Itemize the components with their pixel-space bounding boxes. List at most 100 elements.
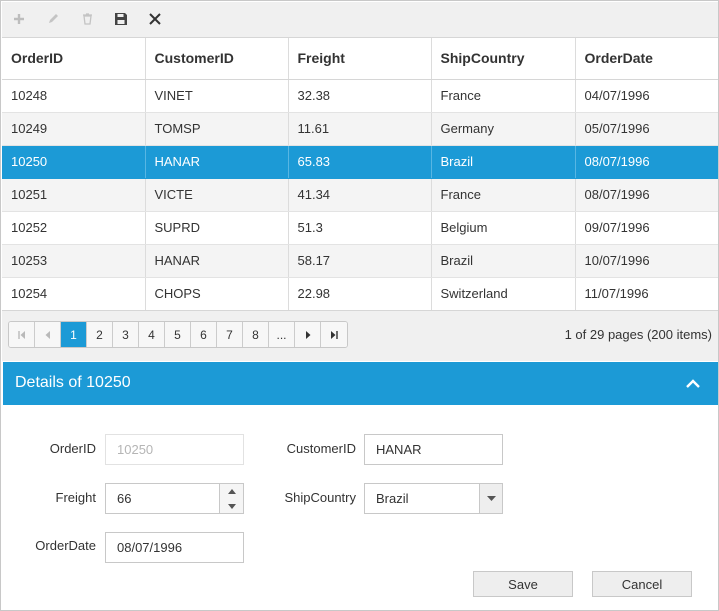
- cell-order-date: 10/07/1996: [575, 244, 718, 278]
- cell-freight: 22.98: [288, 277, 432, 311]
- page-button[interactable]: 5: [165, 322, 191, 347]
- customer-id-field[interactable]: HANAR: [364, 434, 503, 465]
- table-row[interactable]: 10252 SUPRD 51.3 Belgium 09/07/1996: [2, 211, 718, 245]
- table-row-selected[interactable]: 10250 HANAR 65.83 Brazil 08/07/1996: [2, 145, 718, 179]
- page-button[interactable]: 7: [217, 322, 243, 347]
- cell-customer-id: TOMSP: [145, 112, 289, 146]
- save-icon: [115, 13, 127, 25]
- edit-button[interactable]: [42, 8, 64, 30]
- delete-button[interactable]: [76, 8, 98, 30]
- column-header[interactable]: CustomerID: [145, 38, 289, 80]
- prev-page-icon: [45, 330, 50, 339]
- order-id-field: 10250: [105, 434, 244, 465]
- ship-country-value: Brazil: [376, 491, 409, 506]
- next-page-button[interactable]: [295, 322, 321, 347]
- decrement-button[interactable]: [220, 499, 243, 513]
- table-row[interactable]: 10253 HANAR 58.17 Brazil 10/07/1996: [2, 244, 718, 278]
- pager-info: 1 of 29 pages (200 items): [564, 327, 712, 342]
- cell-order-date: 08/07/1996: [575, 145, 718, 179]
- more-pages-button[interactable]: ...: [269, 322, 295, 347]
- caret-down-icon: [227, 503, 236, 509]
- cancel-button[interactable]: Cancel: [592, 571, 692, 597]
- order-date-field[interactable]: 08/07/1996: [105, 532, 244, 563]
- add-button[interactable]: [8, 8, 30, 30]
- next-page-icon: [305, 330, 310, 339]
- cell-order-id: 10251: [2, 178, 146, 212]
- toolbar: [2, 2, 718, 38]
- cell-ship-country: Brazil: [431, 244, 576, 278]
- details-header[interactable]: Details of 10250: [3, 362, 718, 405]
- cell-ship-country: Brazil: [431, 145, 576, 179]
- column-header[interactable]: OrderID: [2, 38, 146, 80]
- cell-ship-country: France: [431, 178, 576, 212]
- chevron-up-icon[interactable]: [684, 375, 702, 393]
- caret-up-icon: [227, 488, 236, 494]
- cell-freight: 11.61: [288, 112, 432, 146]
- cell-ship-country: France: [431, 79, 576, 113]
- cell-customer-id: VINET: [145, 79, 289, 113]
- order-id-label: OrderID: [49, 441, 96, 456]
- orders-table: OrderID CustomerID Freight ShipCountry O…: [2, 38, 718, 311]
- page-button[interactable]: 3: [113, 322, 139, 347]
- cell-order-date: 09/07/1996: [575, 211, 718, 245]
- cell-ship-country: Germany: [431, 112, 576, 146]
- cell-order-id: 10252: [2, 211, 146, 245]
- cell-order-id: 10254: [2, 277, 146, 311]
- table-row[interactable]: 10248 VINET 32.38 France 04/07/1996: [2, 79, 718, 113]
- cell-customer-id: CHOPS: [145, 277, 289, 311]
- pager: 1 2 3 4 5 6 7 8 ... 1 of 29 pages (200 i…: [2, 310, 718, 361]
- first-page-icon: [17, 330, 25, 339]
- column-header[interactable]: ShipCountry: [431, 38, 576, 80]
- page-button[interactable]: 1: [61, 322, 87, 347]
- cell-freight: 41.34: [288, 178, 432, 212]
- freight-label: Freight: [55, 490, 96, 505]
- cancel-toolbar-button[interactable]: [144, 8, 166, 30]
- orders-grid: OrderID CustomerID Freight ShipCountry O…: [2, 38, 718, 311]
- page-button[interactable]: 2: [87, 322, 113, 347]
- save-toolbar-button[interactable]: [110, 8, 132, 30]
- page-button[interactable]: 6: [191, 322, 217, 347]
- cell-order-id: 10249: [2, 112, 146, 146]
- page-button[interactable]: 4: [139, 322, 165, 347]
- prev-page-button[interactable]: [35, 322, 61, 347]
- cell-order-id: 10250: [2, 145, 146, 179]
- cell-freight: 32.38: [288, 79, 432, 113]
- cell-customer-id: HANAR: [145, 145, 289, 179]
- delete-icon: [82, 13, 92, 25]
- order-date-label: OrderDate: [35, 538, 96, 553]
- freight-stepper[interactable]: 66: [105, 483, 244, 514]
- increment-button[interactable]: [220, 484, 243, 498]
- last-page-button[interactable]: [321, 322, 347, 347]
- page-button[interactable]: 8: [243, 322, 269, 347]
- first-page-button[interactable]: [9, 322, 35, 347]
- freight-value: 66: [117, 491, 132, 506]
- cell-customer-id: VICTE: [145, 178, 289, 212]
- column-header[interactable]: OrderDate: [575, 38, 718, 80]
- grid-window: OrderID CustomerID Freight ShipCountry O…: [0, 0, 719, 611]
- cell-order-date: 11/07/1996: [575, 277, 718, 311]
- ship-country-dropdown[interactable]: Brazil: [364, 483, 503, 514]
- cell-freight: 51.3: [288, 211, 432, 245]
- dropdown-button[interactable]: [479, 484, 502, 513]
- table-row[interactable]: 10254 CHOPS 22.98 Switzerland 11/07/1996: [2, 277, 718, 311]
- cell-order-id: 10253: [2, 244, 146, 278]
- freight-spinner: [219, 484, 243, 513]
- cell-customer-id: HANAR: [145, 244, 289, 278]
- cell-order-date: 08/07/1996: [575, 178, 718, 212]
- table-row[interactable]: 10251 VICTE 41.34 France 08/07/1996: [2, 178, 718, 212]
- cell-freight: 58.17: [288, 244, 432, 278]
- ship-country-label: ShipCountry: [284, 490, 356, 505]
- table-row[interactable]: 10249 TOMSP 11.61 Germany 05/07/1996: [2, 112, 718, 146]
- cell-ship-country: Belgium: [431, 211, 576, 245]
- chevron-down-icon: [486, 496, 496, 501]
- edit-icon: [49, 14, 58, 23]
- cell-freight: 65.83: [288, 145, 432, 179]
- details-title: Details of 10250: [15, 374, 131, 391]
- cell-order-id: 10248: [2, 79, 146, 113]
- column-header[interactable]: Freight: [288, 38, 432, 80]
- cancel-icon: [149, 13, 161, 25]
- save-button[interactable]: Save: [473, 571, 573, 597]
- header-row: OrderID CustomerID Freight ShipCountry O…: [2, 38, 718, 80]
- cell-order-date: 04/07/1996: [575, 79, 718, 113]
- customer-id-label: CustomerID: [286, 441, 356, 456]
